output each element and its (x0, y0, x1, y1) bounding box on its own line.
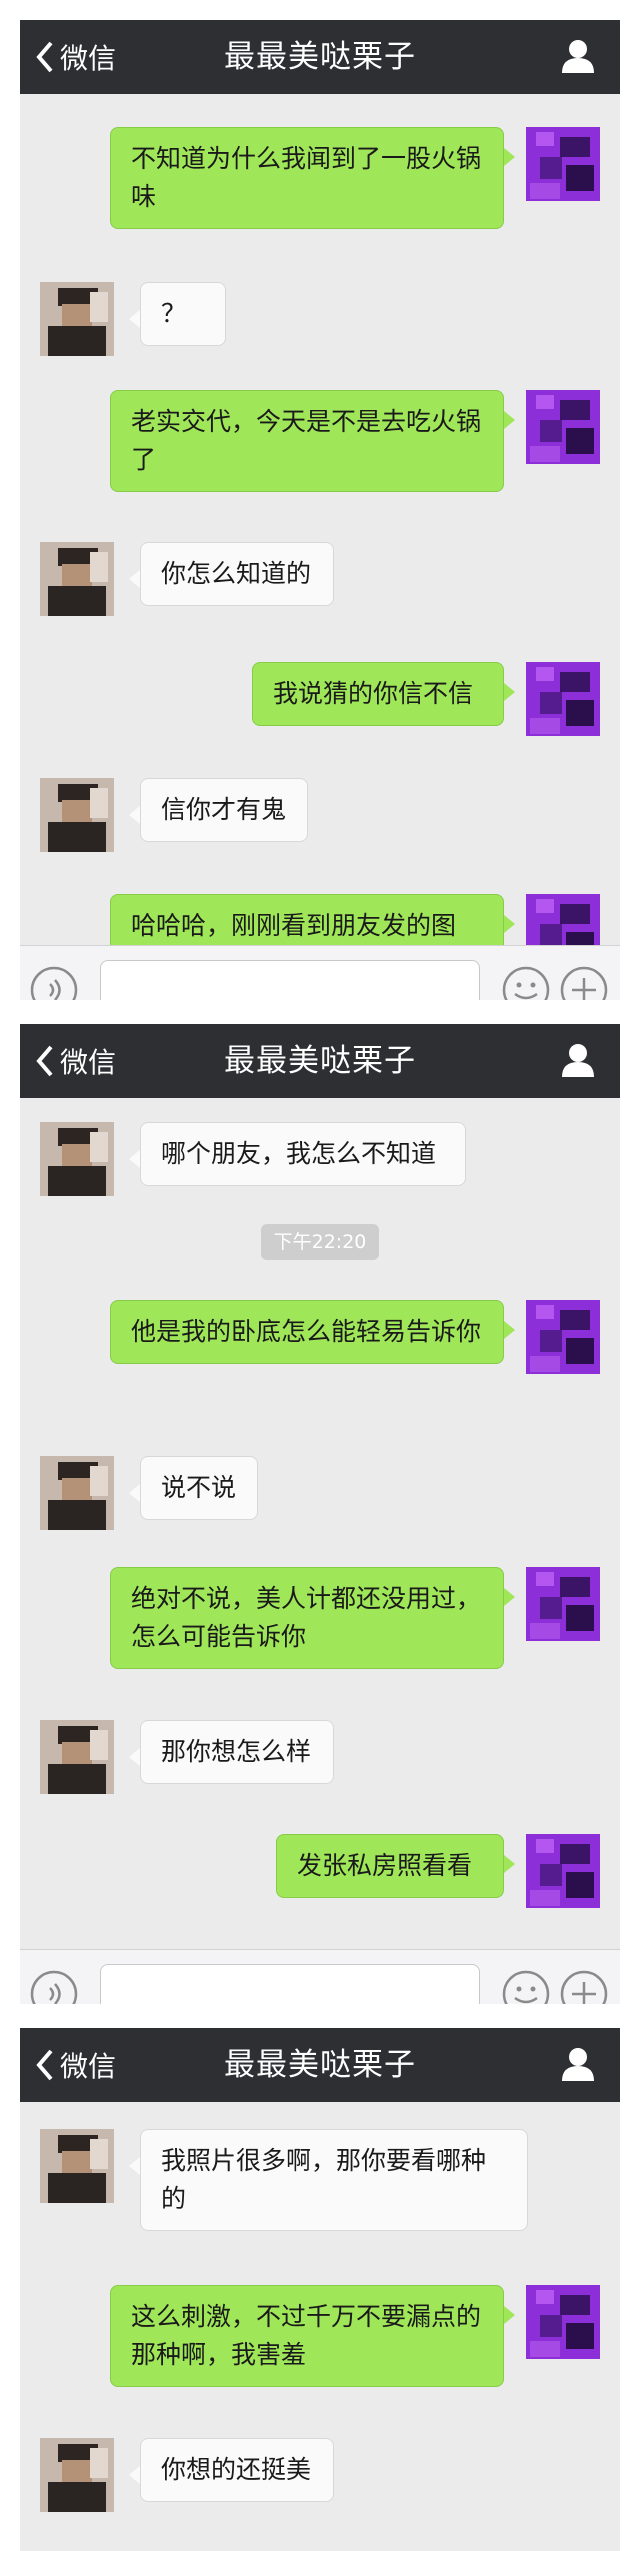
chat-screen-3: 微信 最最美哒栗子 我照片很多啊，那你要看哪种的 这么刺激，不过千万不要漏点的那… (20, 2028, 620, 2551)
chat-screen-2: 微信 最最美哒栗子 哪个朋友，我怎么不知道 下午22:20 他是我的卧底怎么能轻… (20, 1024, 620, 2004)
chat-header: 微信 最最美哒栗子 (20, 20, 620, 94)
person-icon[interactable] (560, 1042, 596, 1078)
contact-avatar[interactable] (40, 2129, 114, 2203)
message-bubble[interactable]: 这么刺激，不过千万不要漏点的那种啊，我害羞 (110, 2285, 504, 2387)
voice-icon[interactable] (30, 1970, 78, 2004)
my-avatar[interactable] (526, 1834, 600, 1908)
contact-avatar[interactable] (40, 1720, 114, 1794)
message-input[interactable] (100, 960, 480, 1000)
my-avatar[interactable] (526, 390, 600, 464)
message-bubble[interactable]: 我照片很多啊，那你要看哪种的 (140, 2129, 528, 2231)
contact-avatar[interactable] (40, 282, 114, 356)
plus-icon[interactable] (560, 1970, 608, 2004)
message-bubble[interactable]: 他是我的卧底怎么能轻易告诉你 (110, 1300, 504, 1364)
voice-icon[interactable] (30, 966, 78, 1000)
my-avatar[interactable] (526, 662, 600, 736)
person-icon[interactable] (560, 38, 596, 74)
message-bubble[interactable]: 哪个朋友，我怎么不知道 (140, 1122, 466, 1186)
message-bubble[interactable]: 绝对不说，美人计都还没用过，怎么可能告诉你 (110, 1567, 504, 1669)
emoji-icon[interactable] (502, 1970, 550, 2004)
my-avatar[interactable] (526, 127, 600, 201)
plus-icon[interactable] (560, 966, 608, 1000)
contact-avatar[interactable] (40, 1122, 114, 1196)
message-bubble[interactable]: 不知道为什么我闻到了一股火锅味 (110, 127, 504, 229)
contact-avatar[interactable] (40, 542, 114, 616)
message-input[interactable] (100, 1964, 480, 2004)
chat-title: 最最美哒栗子 (224, 1043, 416, 1079)
message-bubble[interactable]: ？ (140, 282, 226, 346)
emoji-icon[interactable] (502, 966, 550, 1000)
message-bubble[interactable]: 我说猜的你信不信 (252, 662, 504, 726)
chat-header: 微信 最最美哒栗子 (20, 1024, 620, 1098)
message-bubble[interactable]: 发张私房照看看 (276, 1834, 504, 1898)
message-bubble[interactable]: 老实交代，今天是不是去吃火锅了 (110, 390, 504, 492)
my-avatar[interactable] (526, 1300, 600, 1374)
input-bar (20, 945, 620, 1000)
my-avatar[interactable] (526, 2285, 600, 2359)
chat-title: 最最美哒栗子 (224, 39, 416, 75)
contact-avatar[interactable] (40, 1456, 114, 1530)
chat-title: 最最美哒栗子 (224, 2047, 416, 2083)
chat-header: 微信 最最美哒栗子 (20, 2028, 620, 2102)
my-avatar[interactable] (526, 1567, 600, 1641)
contact-avatar[interactable] (40, 2438, 114, 2512)
chat-screen-1: 微信 最最美哒栗子 不知道为什么我闻到了一股火锅味 ？ 老实交代，今天是不是去吃… (20, 20, 620, 1000)
person-icon[interactable] (560, 2046, 596, 2082)
message-bubble[interactable]: 你想的还挺美 (140, 2438, 334, 2502)
message-bubble[interactable]: 你怎么知道的 (140, 542, 334, 606)
input-bar (20, 1949, 620, 2004)
message-bubble[interactable]: 那你想怎么样 (140, 1720, 334, 1784)
contact-avatar[interactable] (40, 778, 114, 852)
message-bubble[interactable]: 信你才有鬼 (140, 778, 308, 842)
timestamp: 下午22:20 (261, 1224, 379, 1260)
message-bubble[interactable]: 说不说 (140, 1456, 258, 1520)
